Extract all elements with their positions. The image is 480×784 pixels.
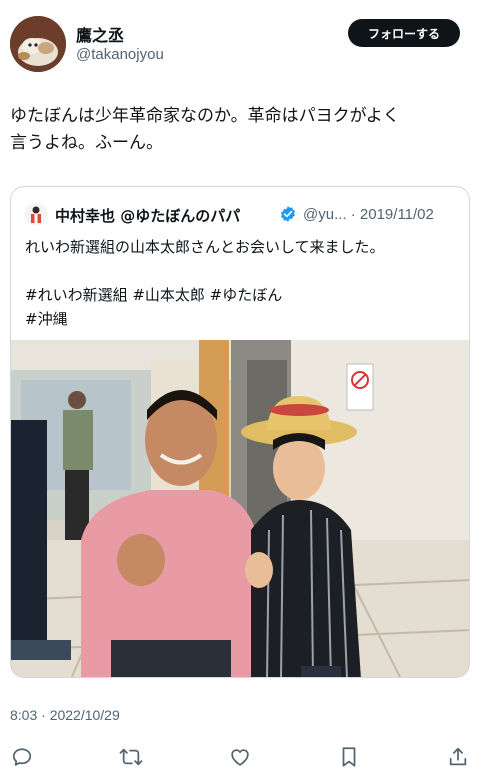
author-avatar[interactable] [10,16,66,72]
photo-image [11,340,469,677]
bookmark-icon[interactable] [336,744,362,770]
quoted-author-name[interactable]: 中村幸也 @ゆたぼんのパパ [55,205,240,226]
author-handle[interactable]: @takanojyou [76,46,164,63]
quoted-tweet-photo[interactable] [11,340,469,677]
hashtags-line-2[interactable]: #沖縄 [25,307,465,331]
follow-button[interactable]: フォローする [348,19,460,47]
author-display-name[interactable]: 鷹之丞 [76,22,124,46]
like-icon[interactable] [227,744,253,770]
cat-avatar-icon [10,16,66,72]
verified-badge-icon [281,206,295,222]
tweet-text-line-2: 言うよね。ふーん。 [10,133,163,153]
quoted-tweet[interactable]: 中村幸也 @ゆたぼんのパパ @yu... · 2019/11/02 れいわ新選組… [10,186,470,678]
quoted-handle-date: @yu... · 2019/11/02 [303,206,434,223]
quoted-tweet-header: 中村幸也 @ゆたぼんのパパ @yu... · 2019/11/02 [11,187,469,226]
quoted-tweet-hashtags: #れいわ新選組 #山本太郎 #ゆたぼん #沖縄 [25,283,465,331]
tweet-text-line-1: ゆたぼんは少年革命家なのか。革命はパヨクがよく [10,106,400,126]
quoted-tweet-text: れいわ新選組の山本太郎さんとお会いして来ました。 [25,238,385,256]
hashtags-line-1[interactable]: #れいわ新選組 #山本太郎 #ゆたぼん [25,283,465,307]
share-icon[interactable] [445,744,471,770]
retweet-icon[interactable] [118,744,144,770]
tweet-header: 鷹之丞 @takanojyou フォローする [0,0,480,84]
tweet-actions [0,742,480,772]
reply-icon[interactable] [9,744,35,770]
quoted-author-avatar[interactable] [25,203,47,225]
tweet-text: ゆたぼんは少年革命家なのか。革命はパヨクがよく 言うよね。ふーん。 [10,103,470,157]
person-avatar-icon [25,203,47,225]
tweet-timestamp[interactable]: 8:03 · 2022/10/29 [10,707,120,723]
